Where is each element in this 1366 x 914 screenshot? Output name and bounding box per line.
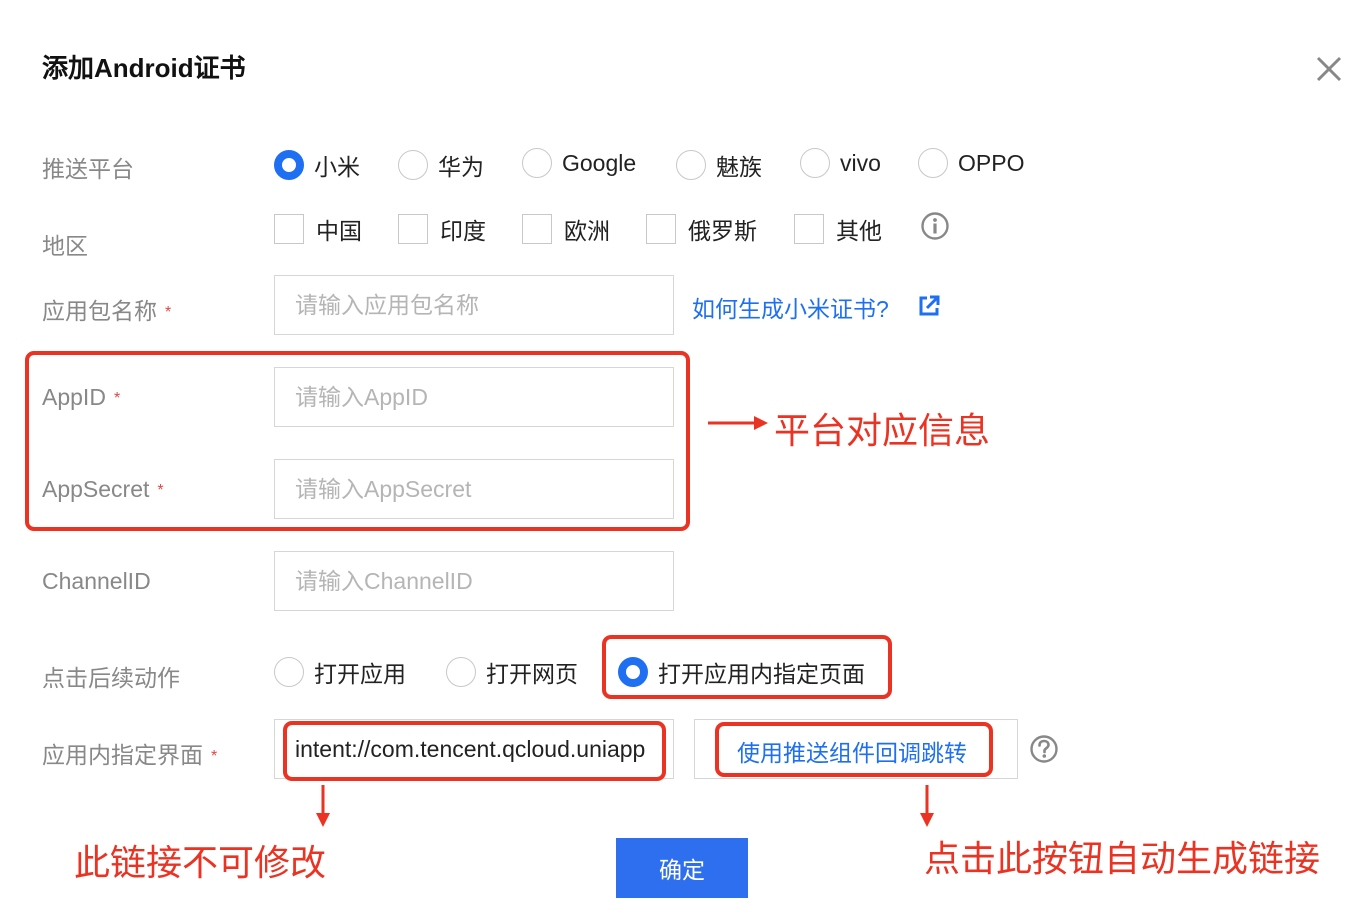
annotation-box-callback-button xyxy=(715,722,993,777)
annotation-link-readonly: 此链接不可修改 xyxy=(74,842,327,883)
checkbox-label: 俄罗斯 xyxy=(688,218,757,244)
radio-icon xyxy=(398,150,428,180)
radio-checked-icon xyxy=(274,150,304,180)
platform-label: 推送平台 xyxy=(42,156,134,182)
channelid-input[interactable] xyxy=(274,551,674,611)
arrow-right-icon xyxy=(708,416,768,430)
region-checkbox-other[interactable]: 其他 xyxy=(794,212,882,246)
annotation-box-platform-info xyxy=(25,351,690,531)
how-to-generate-link[interactable]: 如何生成小米证书? xyxy=(692,290,889,324)
radio-label: 打开应用 xyxy=(314,661,406,687)
platform-radio-google[interactable]: Google xyxy=(522,148,636,178)
checkbox-icon xyxy=(398,214,428,244)
radio-icon xyxy=(522,148,552,178)
radio-label: OPPO xyxy=(958,149,1025,176)
radio-label: Google xyxy=(562,149,637,176)
arrow-down-icon xyxy=(316,785,330,827)
radio-icon xyxy=(918,148,948,178)
platform-radio-oppo[interactable]: OPPO xyxy=(918,148,1024,178)
action-radio-open-web[interactable]: 打开网页 xyxy=(446,655,578,689)
radio-label: 魅族 xyxy=(716,154,762,180)
radio-label: vivo xyxy=(840,149,881,176)
checkbox-icon xyxy=(522,214,552,244)
dialog-title: 添加Android证书 xyxy=(42,53,246,83)
platform-radio-huawei[interactable]: 华为 xyxy=(398,148,484,182)
region-checkbox-europe[interactable]: 欧洲 xyxy=(522,212,610,246)
radio-icon xyxy=(676,150,706,180)
annotation-box-action-option xyxy=(602,635,892,699)
confirm-button[interactable]: 确定 xyxy=(616,838,748,898)
close-icon[interactable] xyxy=(1312,52,1346,86)
checkbox-label: 欧洲 xyxy=(564,218,610,244)
question-icon[interactable] xyxy=(1029,734,1059,764)
package-name-input[interactable] xyxy=(274,275,674,335)
region-label: 地区 xyxy=(42,233,88,259)
required-mark: * xyxy=(165,304,172,321)
intent-page-label: 应用内指定界面 * xyxy=(42,742,218,768)
required-mark: * xyxy=(211,748,218,765)
info-icon[interactable] xyxy=(920,211,950,241)
arrow-down-icon xyxy=(920,785,934,827)
radio-label: 打开网页 xyxy=(486,661,578,687)
radio-label: 小米 xyxy=(314,154,360,180)
radio-label: 华为 xyxy=(438,154,484,180)
region-checkbox-russia[interactable]: 俄罗斯 xyxy=(646,212,757,246)
platform-radio-xiaomi[interactable]: 小米 xyxy=(274,148,360,182)
checkbox-icon xyxy=(794,214,824,244)
checkbox-label: 中国 xyxy=(316,218,362,244)
channelid-label: ChannelID xyxy=(42,568,151,594)
click-action-label: 点击后续动作 xyxy=(42,665,180,691)
annotation-platform-info: 平台对应信息 xyxy=(774,410,991,451)
region-checkbox-china[interactable]: 中国 xyxy=(274,212,362,246)
checkbox-label: 其他 xyxy=(836,218,882,244)
radio-icon xyxy=(274,657,304,687)
external-link-icon[interactable] xyxy=(918,295,940,317)
checkbox-icon xyxy=(646,214,676,244)
package-name-label: 应用包名称 * xyxy=(42,298,172,324)
radio-icon xyxy=(800,148,830,178)
checkbox-label: 印度 xyxy=(440,218,486,244)
platform-radio-vivo[interactable]: vivo xyxy=(800,148,881,178)
action-radio-open-app[interactable]: 打开应用 xyxy=(274,655,406,689)
radio-icon xyxy=(446,657,476,687)
annotation-auto-generate: 点击此按钮自动生成链接 xyxy=(924,838,1321,879)
annotation-box-intent-url xyxy=(283,721,666,781)
platform-radio-meizu[interactable]: 魅族 xyxy=(676,148,762,182)
region-checkbox-india[interactable]: 印度 xyxy=(398,212,486,246)
checkbox-icon xyxy=(274,214,304,244)
